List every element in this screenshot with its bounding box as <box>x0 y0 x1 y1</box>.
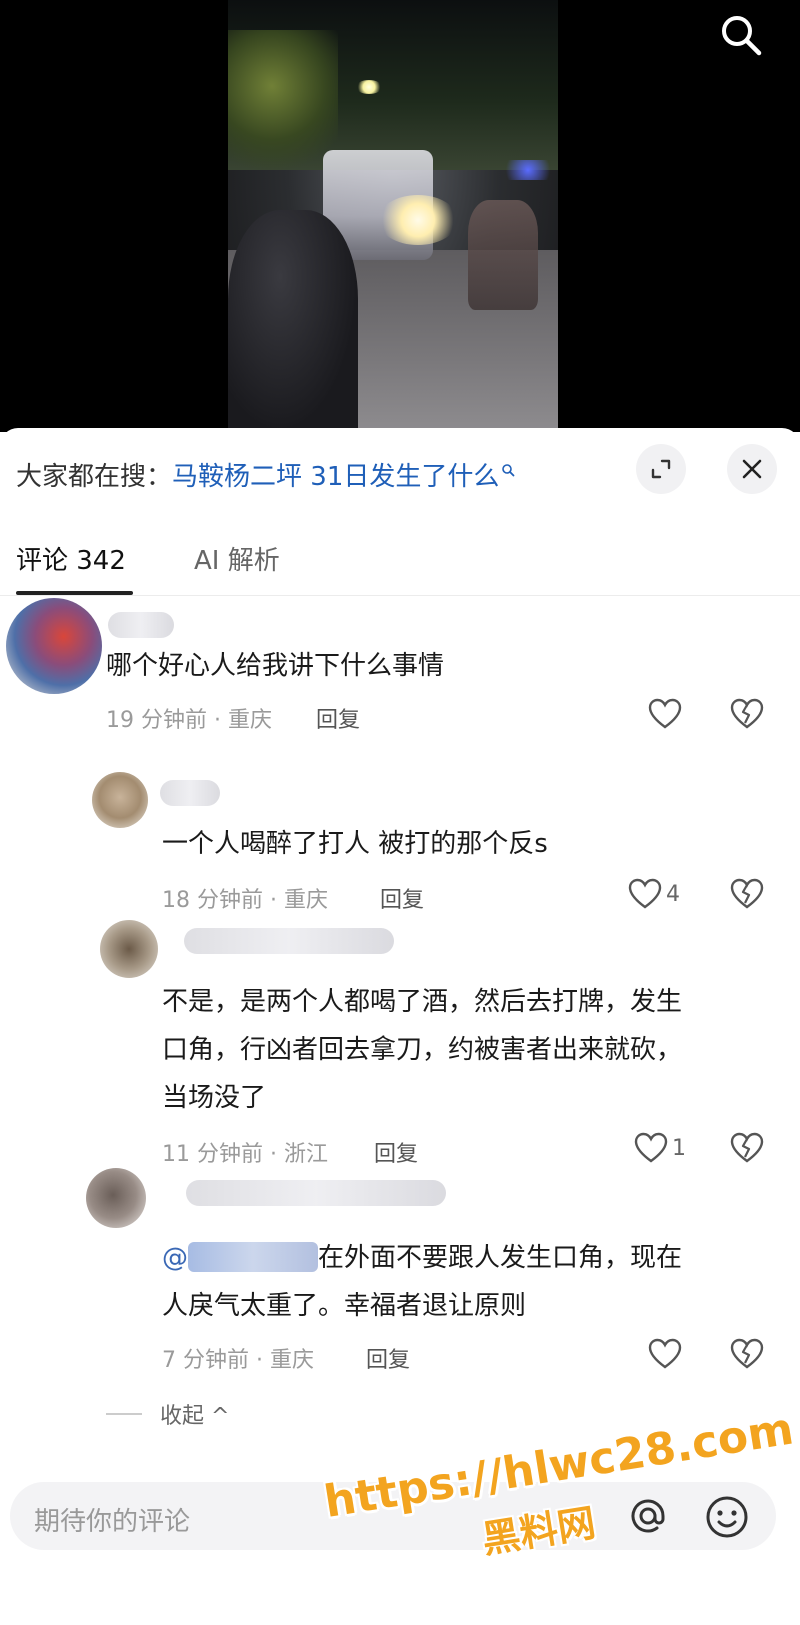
avatar[interactable] <box>86 1168 146 1228</box>
broken-heart-icon <box>730 698 764 729</box>
comment-meta: 18 分钟前 · 重庆 <box>162 888 328 913</box>
like-button[interactable] <box>648 1338 682 1370</box>
heart-icon <box>628 878 662 909</box>
active-tab-indicator <box>16 591 133 595</box>
collapse-label: 收起 ^ <box>160 1404 230 1429</box>
trending-search-query[interactable]: 马鞍杨二坪 31日发生了什么 <box>172 462 499 492</box>
divider <box>106 1413 142 1415</box>
heart-icon <box>634 1132 668 1163</box>
dislike-button[interactable] <box>730 1338 764 1374</box>
like-count: 4 <box>666 881 680 907</box>
heart-icon <box>648 1338 682 1369</box>
mention-at: @ <box>162 1243 188 1273</box>
comment-text-part: 在外面不要跟人发生口角，现在 <box>318 1243 683 1273</box>
video-frame <box>228 0 558 432</box>
like-button[interactable] <box>648 698 682 730</box>
tab-comments[interactable]: 评论 342 <box>16 540 126 577</box>
reply-button[interactable]: 回复 <box>316 702 360 734</box>
username-blurred[interactable] <box>160 780 220 806</box>
mention-username-blurred <box>188 1242 318 1272</box>
expand-icon <box>651 459 671 479</box>
comment-input-placeholder: 期待你的评论 <box>34 1507 191 1537</box>
comment-text: 一个人喝醉了打人 被打的那个反s <box>162 829 548 859</box>
reply-button[interactable]: 回复 <box>380 882 424 914</box>
trending-search[interactable]: 大家都在搜：马鞍杨二坪 31日发生了什么 <box>16 456 515 493</box>
username-blurred[interactable] <box>184 928 394 954</box>
search-icon[interactable] <box>718 12 764 58</box>
avatar[interactable] <box>100 920 158 978</box>
username-blurred[interactable] <box>108 612 174 638</box>
avatar[interactable] <box>92 772 148 828</box>
comment-meta: 7 分钟前 · 重庆 <box>162 1348 314 1373</box>
like-count: 1 <box>672 1135 686 1161</box>
like-button[interactable]: 4 <box>628 878 680 910</box>
username-blurred[interactable] <box>186 1180 446 1206</box>
mention-link[interactable]: @ <box>162 1242 318 1273</box>
tab-bar: 评论 342 AI 解析 <box>0 518 800 596</box>
tab-ai-analysis[interactable]: AI 解析 <box>194 540 280 577</box>
dislike-button[interactable] <box>730 1132 764 1168</box>
broken-heart-icon <box>730 878 764 909</box>
close-icon <box>742 459 762 479</box>
dislike-button[interactable] <box>730 878 764 914</box>
reply-button[interactable]: 回复 <box>366 1342 410 1374</box>
dislike-button[interactable] <box>730 698 764 734</box>
close-button[interactable] <box>727 444 777 494</box>
comment-text-line: 不是，是两个人都喝了酒，然后去打牌，发生 <box>162 987 683 1017</box>
comment-meta: 11 分钟前 · 浙江 <box>162 1142 328 1167</box>
broken-heart-icon <box>730 1338 764 1369</box>
avatar[interactable] <box>6 598 102 694</box>
small-search-icon <box>502 464 515 477</box>
comment-text-line: @ 在外面不要跟人发生口角，现在 <box>162 1234 682 1282</box>
comment-text-line: 口角，行凶者回去拿刀，约被害者出来就砍， <box>162 1035 683 1065</box>
comment-meta: 19 分钟前 · 重庆 <box>106 708 272 733</box>
watermark-site-name: 黑料网 <box>479 1500 599 1562</box>
comment-text-line: 人戾气太重了。幸福者退让原则 <box>162 1291 527 1321</box>
comment-text-line: 当场没了 <box>162 1083 267 1113</box>
reply-button[interactable]: 回复 <box>374 1136 418 1168</box>
heart-icon <box>648 698 682 729</box>
broken-heart-icon <box>730 1132 764 1163</box>
collapse-replies-button[interactable]: 收起 ^ <box>106 1398 229 1430</box>
comment-text: 哪个好心人给我讲下什么事情 <box>106 651 445 681</box>
video-player[interactable] <box>0 0 800 432</box>
like-button[interactable]: 1 <box>634 1132 686 1164</box>
trending-search-prefix: 大家都在搜： <box>16 462 173 492</box>
expand-button[interactable] <box>636 444 686 494</box>
